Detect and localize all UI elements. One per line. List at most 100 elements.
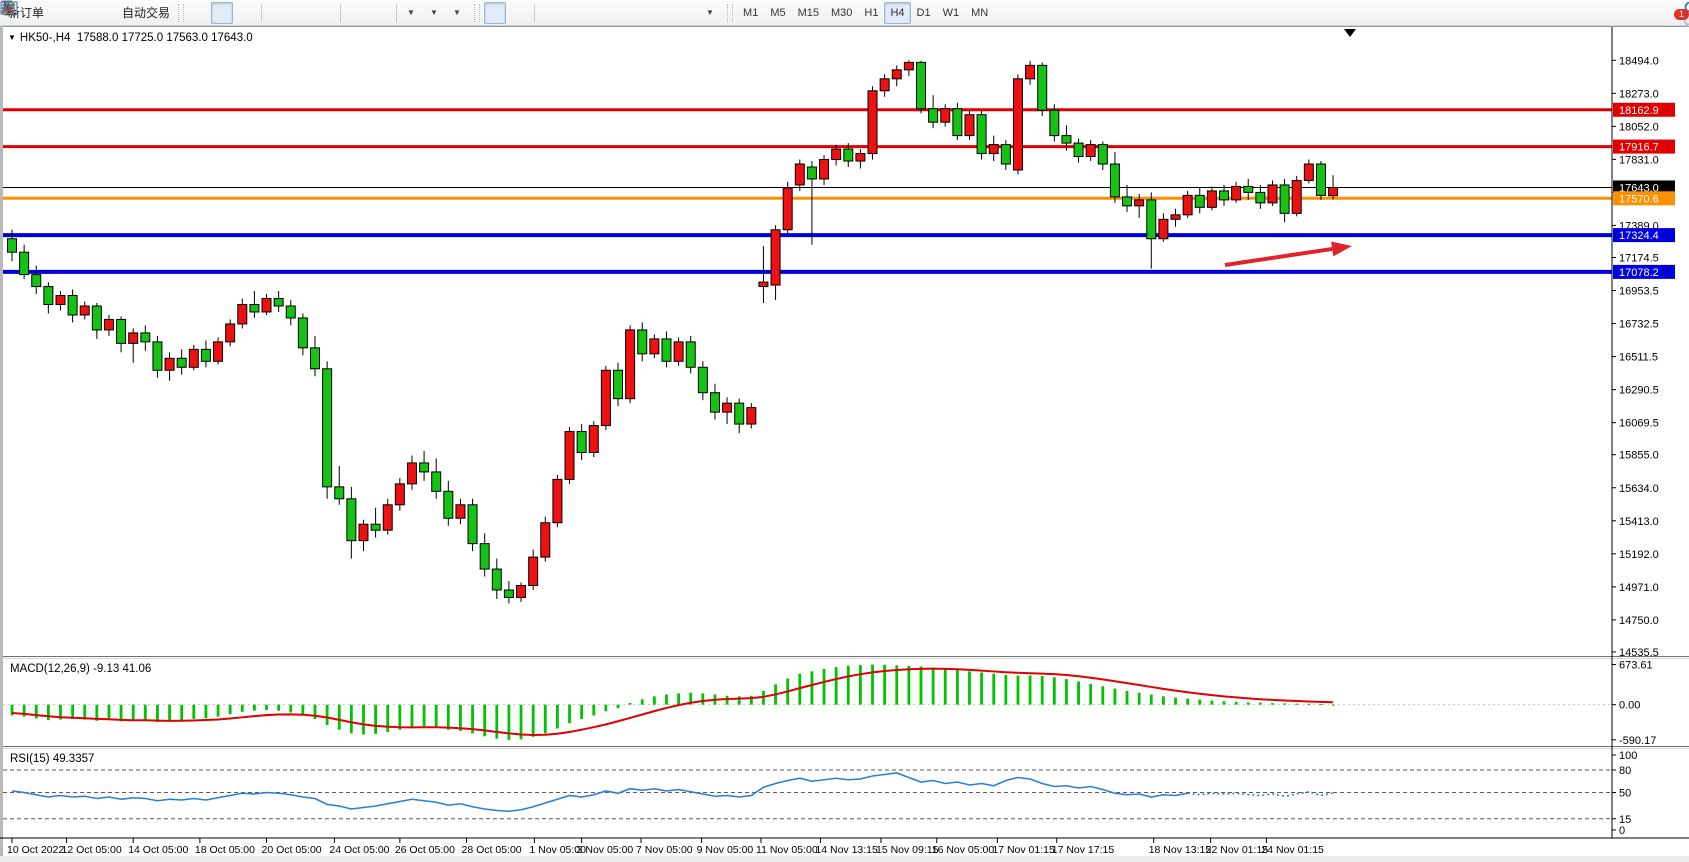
timeframe-button-H4[interactable]: H4	[884, 2, 910, 24]
svg-text:18273.0: 18273.0	[1619, 88, 1659, 100]
horizontal-line-button[interactable]	[563, 2, 585, 24]
timeframe-button-MN[interactable]: MN	[965, 2, 994, 24]
svg-text:18494.0: 18494.0	[1619, 55, 1659, 67]
rsi-label: RSI(15) 49.3357	[10, 753, 94, 765]
crosshair-button[interactable]	[507, 2, 529, 24]
svg-text:673.61: 673.61	[1619, 660, 1653, 672]
svg-text:14750.0: 14750.0	[1619, 615, 1659, 627]
svg-text:15413.0: 15413.0	[1619, 516, 1659, 528]
svg-text:18052.0: 18052.0	[1619, 121, 1659, 133]
timeframe-button-M15[interactable]: M15	[792, 2, 825, 24]
svg-text:14 Nov 13:15: 14 Nov 13:15	[815, 844, 878, 856]
svg-text:17174.5: 17174.5	[1619, 253, 1659, 265]
svg-text:17078.2: 17078.2	[1619, 267, 1659, 279]
svg-text:15192.0: 15192.0	[1619, 549, 1659, 561]
toolbar-grip	[474, 4, 480, 22]
symbol-period-label: HK50-,H4	[20, 32, 71, 44]
notification-badge: 1	[1674, 9, 1689, 20]
svg-text:16732.5: 16732.5	[1619, 319, 1659, 331]
timeframe-button-M1[interactable]: M1	[737, 2, 764, 24]
svg-text:80: 80	[1619, 765, 1631, 777]
community-button[interactable]	[95, 2, 117, 24]
arrows-button[interactable]: ▼	[701, 2, 723, 24]
metaeditor-button[interactable]	[72, 2, 94, 24]
zoom-out-button[interactable]	[290, 2, 312, 24]
svg-text:15: 15	[1619, 814, 1631, 826]
periods-button[interactable]: ▼	[425, 2, 447, 24]
svg-text:11 Nov 05:00: 11 Nov 05:00	[756, 844, 818, 856]
vertical-line-button[interactable]	[540, 2, 562, 24]
dropdown-arrow-icon: ▼	[706, 8, 714, 17]
toolbar-separator	[261, 4, 262, 22]
one-click-trading-arrow-icon[interactable]: ▼	[8, 33, 16, 42]
chart-shift-button[interactable]	[369, 2, 391, 24]
line-chart-button[interactable]	[234, 2, 256, 24]
dropdown-arrow-icon: ▼	[430, 8, 438, 17]
svg-text:22 Nov 01:15: 22 Nov 01:15	[1206, 844, 1269, 856]
svg-text:16953.5: 16953.5	[1619, 286, 1659, 298]
styler-button[interactable]	[49, 2, 71, 24]
svg-text:17916.7: 17916.7	[1619, 142, 1659, 154]
templates-button[interactable]: ▼	[448, 2, 470, 24]
toolbar-separator	[396, 4, 397, 22]
svg-text:0.00: 0.00	[1619, 700, 1640, 712]
text-button[interactable]: A	[655, 2, 677, 24]
svg-text:12 Oct 05:00: 12 Oct 05:00	[62, 844, 122, 856]
svg-text:16290.5: 16290.5	[1619, 385, 1659, 397]
cursor-button[interactable]	[484, 2, 506, 24]
svg-text:14535.5: 14535.5	[1619, 647, 1659, 659]
candlestick-button[interactable]	[211, 2, 233, 24]
mt4-application: 新订单 自动交易	[0, 0, 1689, 862]
svg-text:18 Nov 13:15: 18 Nov 13:15	[1149, 844, 1212, 856]
toolbar-grip	[178, 4, 184, 22]
svg-text:17831.0: 17831.0	[1619, 154, 1659, 166]
svg-text:0: 0	[1619, 825, 1625, 837]
chart-canvas[interactable]: 18494.018273.018052.017831.017610.017389…	[0, 26, 1689, 862]
toolbar-separator	[534, 4, 535, 22]
svg-text:14 Oct 05:00: 14 Oct 05:00	[128, 844, 188, 856]
auto-scroll-button[interactable]	[346, 2, 368, 24]
chart-window: 18494.018273.018052.017831.017610.017389…	[0, 26, 1689, 862]
svg-text:28 Oct 05:00: 28 Oct 05:00	[462, 844, 522, 856]
zoom-in-button[interactable]	[267, 2, 289, 24]
svg-text:-590.17: -590.17	[1619, 735, 1656, 747]
macd-label: MACD(12,26,9) -9.13 41.06	[10, 663, 151, 675]
toolbar-separator	[340, 4, 341, 22]
indicators-button[interactable]: ▼	[402, 2, 424, 24]
autotrading-label: 自动交易	[122, 4, 170, 21]
channel-button[interactable]: E	[609, 2, 631, 24]
timeframe-button-W1[interactable]: W1	[937, 2, 966, 24]
fibonacci-button[interactable]: F	[632, 2, 654, 24]
dropdown-arrow-icon: ▼	[407, 8, 415, 17]
svg-text:26 Oct 05:00: 26 Oct 05:00	[395, 844, 455, 856]
svg-text:20 Oct 05:00: 20 Oct 05:00	[262, 844, 322, 856]
tile-windows-button[interactable]	[313, 2, 335, 24]
autotrading-button[interactable]: 自动交易	[118, 2, 174, 24]
svg-text:24 Nov 01:15: 24 Nov 01:15	[1261, 844, 1324, 856]
trendline-button[interactable]	[586, 2, 608, 24]
svg-text:16 Nov 05:00: 16 Nov 05:00	[932, 844, 995, 856]
svg-text:17 Nov 17:15: 17 Nov 17:15	[1052, 844, 1115, 856]
timeframe-group: M1M5M15M30H1H4D1W1MN	[737, 2, 994, 24]
svg-text:100: 100	[1619, 750, 1637, 762]
bar-chart-button[interactable]	[188, 2, 210, 24]
svg-text:15 Nov 09:15: 15 Nov 09:15	[876, 844, 939, 856]
svg-text:15634.0: 15634.0	[1619, 483, 1659, 495]
svg-text:10 Oct 2022: 10 Oct 2022	[7, 844, 64, 856]
svg-text:17570.6: 17570.6	[1619, 193, 1659, 205]
toolbar-grip	[727, 4, 733, 22]
text-label-button[interactable]: T	[678, 2, 700, 24]
timeframe-button-M5[interactable]: M5	[764, 2, 791, 24]
chart-title: ▼ HK50-,H4 17588.0 17725.0 17563.0 17643.…	[8, 32, 253, 44]
svg-text:17324.4: 17324.4	[1619, 230, 1659, 242]
svg-text:16069.5: 16069.5	[1619, 418, 1659, 430]
timeframe-button-D1[interactable]: D1	[911, 2, 937, 24]
svg-text:18162.9: 18162.9	[1619, 105, 1659, 117]
ohlc-values: 17588.0 17725.0 17563.0 17643.0	[77, 32, 253, 44]
main-toolbar: 新订单 自动交易	[0, 0, 1689, 26]
svg-text:24 Oct 05:00: 24 Oct 05:00	[329, 844, 389, 856]
timeframe-button-H1[interactable]: H1	[858, 2, 884, 24]
svg-text:50: 50	[1619, 788, 1631, 800]
svg-text:15855.0: 15855.0	[1619, 450, 1659, 462]
timeframe-button-M30[interactable]: M30	[825, 2, 858, 24]
